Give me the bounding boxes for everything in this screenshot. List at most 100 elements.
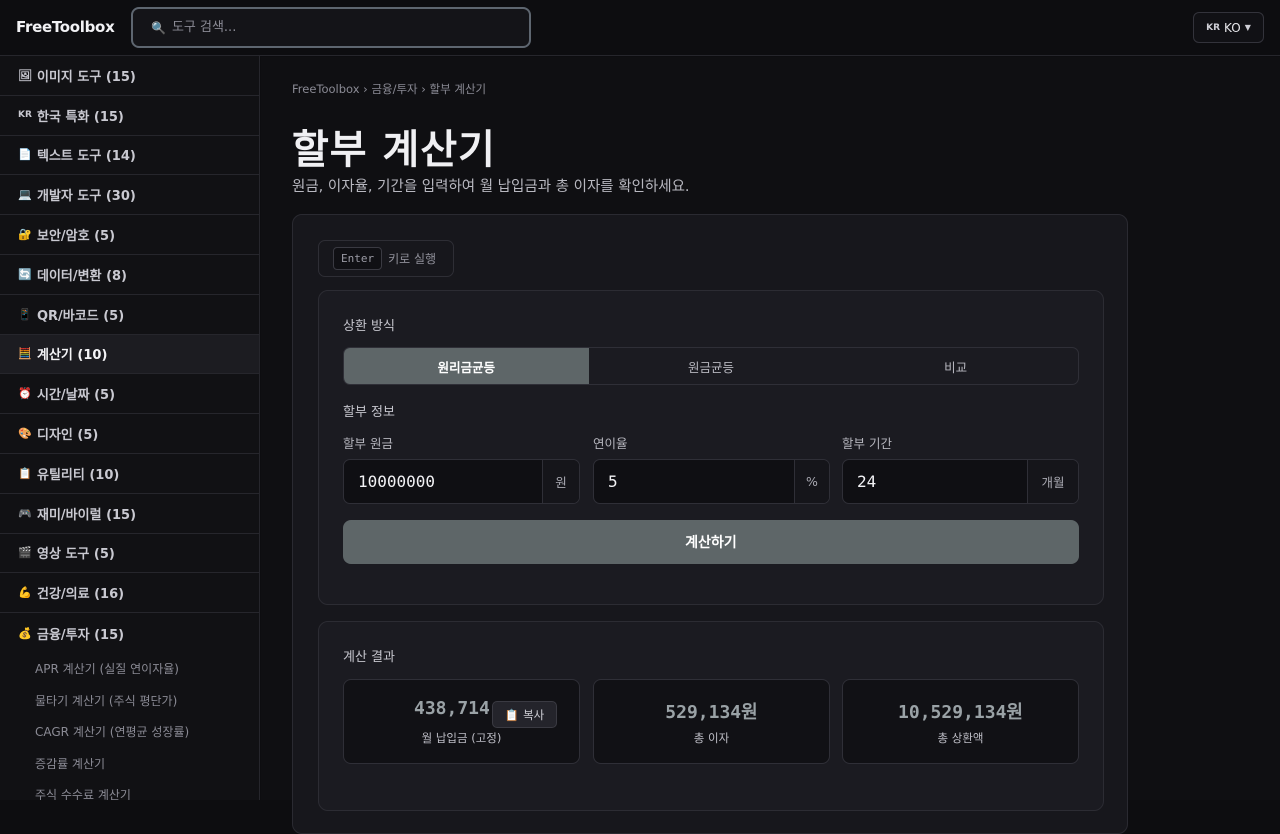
laptop-icon: 💻: [18, 188, 32, 202]
total-repayment-card: 10,529,134원 총 상환액: [842, 679, 1079, 764]
period-unit: 개월: [1027, 460, 1078, 503]
tab-equal-principal[interactable]: 원금균등: [589, 348, 834, 384]
document-icon: 📄: [18, 148, 32, 162]
total-interest-card: 529,134원 총 이자: [593, 679, 830, 764]
sidebar-subitem-averaging[interactable]: 물타기 계산기 (주식 평단가): [0, 684, 259, 716]
sidebar-subitem-change-rate[interactable]: 증감률 계산기: [0, 747, 259, 779]
clapperboard-icon: 🎬: [18, 546, 32, 560]
muscle-icon: 💪: [18, 586, 32, 600]
alarm-clock-icon: ⏰: [18, 387, 32, 401]
sidebar-item-korea[interactable]: KR 한국 특화 (15): [0, 96, 259, 136]
sidebar-item-label: 계산기 (10): [37, 348, 108, 364]
sidebar-item-video-tools[interactable]: 🎬 영상 도구 (5): [0, 534, 259, 574]
period-input[interactable]: [843, 460, 1027, 503]
rate-field: %: [593, 459, 830, 504]
results-panel: 계산 결과 438,714 월 납입금 (고정) 📋 복사 529,134원 총…: [318, 621, 1104, 811]
repayment-method-label: 상환 방식: [343, 319, 395, 334]
sidebar-item-text-tools[interactable]: 📄 텍스트 도구 (14): [0, 136, 259, 176]
money-bag-icon: 💰: [18, 626, 32, 640]
copy-button[interactable]: 📋 복사: [492, 701, 557, 728]
total-repayment-value: 10,529,134원: [898, 702, 1023, 723]
sidebar-subitem-apr[interactable]: APR 계산기 (실질 연이자율): [0, 653, 259, 685]
calculate-button[interactable]: 계산하기: [343, 520, 1079, 564]
gamepad-icon: 🎮: [18, 506, 32, 520]
principal-field: 원: [343, 459, 580, 504]
sidebar-item-design[interactable]: 🎨 디자인 (5): [0, 414, 259, 454]
sidebar-item-label: 개발자 도구 (30): [37, 189, 136, 205]
phone-icon: 📱: [18, 307, 32, 321]
sidebar-item-dev-tools[interactable]: 💻 개발자 도구 (30): [0, 175, 259, 216]
sidebar-item-label: 건강/의료 (16): [37, 587, 125, 603]
language-selector[interactable]: KR KO ▼: [1193, 12, 1264, 43]
repayment-method-tabs: 원리금균등 원금균등 비교: [343, 347, 1079, 385]
total-interest-value: 529,134원: [665, 702, 758, 723]
period-label: 할부 기간: [842, 436, 892, 451]
sidebar-item-label: 유틸리티 (10): [37, 467, 120, 483]
sidebar-item-label: 금융/투자 (15): [37, 627, 125, 643]
sidebar-item-utility[interactable]: 📋 유틸리티 (10): [0, 454, 259, 494]
calculator-card: Enter 키로 실행 상환 방식 원리금균등 원금균등 비교 할부 정보 할부…: [292, 214, 1128, 834]
page-title: 할부 계산기: [292, 127, 496, 173]
rate-label: 연이율: [593, 436, 628, 451]
sidebar-item-health[interactable]: 💪 건강/의료 (16): [0, 573, 259, 614]
monthly-payment-card: 438,714 월 납입금 (고정) 📋 복사: [343, 679, 580, 764]
principal-label: 할부 원금: [343, 436, 393, 451]
korea-flag-icon: KR: [18, 110, 32, 121]
sidebar-subitem-cagr[interactable]: CAGR 계산기 (연평균 성장률): [0, 716, 259, 748]
principal-unit: 원: [542, 460, 579, 503]
image-icon: 🖼: [18, 68, 32, 82]
enter-hint-text: 키로 실행: [388, 252, 437, 266]
sidebar-item-label: 이미지 도구 (15): [37, 69, 136, 85]
clipboard-icon: 📋: [18, 466, 32, 480]
copy-button-label: 복사: [523, 707, 545, 722]
sidebar-item-security[interactable]: 🔐 보안/암호 (5): [0, 215, 259, 255]
enter-key-hint: Enter 키로 실행: [318, 240, 454, 277]
sidebar: 🖼 이미지 도구 (15) KR 한국 특화 (15) 📄 텍스트 도구 (14) 💻…: [0, 56, 260, 800]
lock-icon: 🔐: [18, 228, 32, 242]
input-panel: 상환 방식 원리금균등 원금균등 비교 할부 정보 할부 원금 원 연이율 % …: [318, 290, 1104, 605]
sidebar-item-label: 시간/날짜 (5): [37, 388, 116, 404]
sidebar-item-label: 보안/암호 (5): [37, 229, 116, 245]
page-description: 원금, 이자율, 기간을 입력하여 월 납입금과 총 이자를 확인하세요.: [292, 179, 690, 195]
rate-input[interactable]: [594, 460, 794, 503]
sidebar-item-fun-viral[interactable]: 🎮 재미/바이럴 (15): [0, 494, 259, 534]
period-field: 개월: [842, 459, 1079, 504]
sidebar-item-finance[interactable]: 💰 금융/투자 (15): [0, 613, 259, 653]
monthly-payment-label: 월 납입금 (고정): [421, 731, 502, 745]
total-interest-label: 총 이자: [693, 731, 730, 745]
sidebar-item-label: 데이터/변환 (8): [37, 268, 128, 284]
enter-key: Enter: [333, 247, 383, 270]
refresh-icon: 🔄: [18, 267, 32, 281]
flag-icon: KR: [1206, 22, 1221, 33]
tab-equal-payment[interactable]: 원리금균등: [344, 348, 589, 384]
rate-unit: %: [794, 460, 829, 503]
installment-info-label: 할부 정보: [343, 405, 395, 420]
main-content: FreeToolbox › 금융/투자 › 할부 계산기 할부 계산기 원금, …: [261, 57, 1280, 834]
search-box[interactable]: 🔍: [131, 7, 531, 48]
sidebar-item-label: QR/바코드 (5): [37, 308, 125, 324]
sidebar-item-time-date[interactable]: ⏰ 시간/날짜 (5): [0, 374, 259, 415]
abacus-icon: 🧮: [18, 347, 32, 361]
palette-icon: 🎨: [18, 427, 32, 441]
brand-logo[interactable]: FreeToolbox: [16, 18, 115, 36]
sidebar-item-label: 영상 도구 (5): [37, 547, 115, 563]
sidebar-item-label: 한국 특화 (15): [37, 109, 124, 125]
sidebar-item-calculators[interactable]: 🧮 계산기 (10): [0, 334, 259, 375]
results-title: 계산 결과: [343, 650, 395, 665]
tab-compare[interactable]: 비교: [833, 348, 1078, 384]
search-icon: 🔍: [151, 20, 166, 35]
principal-input[interactable]: [344, 460, 542, 503]
top-bar: FreeToolbox 🔍 KR KO ▼: [0, 0, 1280, 56]
sidebar-item-label: 재미/바이럴 (15): [37, 507, 137, 523]
language-label: KO: [1224, 20, 1241, 35]
clipboard-icon: 📋: [504, 707, 520, 722]
sidebar-item-label: 텍스트 도구 (14): [37, 149, 136, 165]
sidebar-item-image-tools[interactable]: 🖼 이미지 도구 (15): [0, 56, 259, 96]
breadcrumb[interactable]: FreeToolbox › 금융/투자 › 할부 계산기: [292, 81, 486, 97]
sidebar-item-qr-barcode[interactable]: 📱 QR/바코드 (5): [0, 295, 259, 335]
sidebar-subitem-stock-fee[interactable]: 주식 수수료 계산기: [0, 779, 259, 800]
sidebar-item-label: 디자인 (5): [37, 428, 99, 444]
search-input[interactable]: [171, 20, 502, 35]
caret-down-icon: ▼: [1244, 23, 1251, 32]
sidebar-item-data-convert[interactable]: 🔄 데이터/변환 (8): [0, 255, 259, 295]
